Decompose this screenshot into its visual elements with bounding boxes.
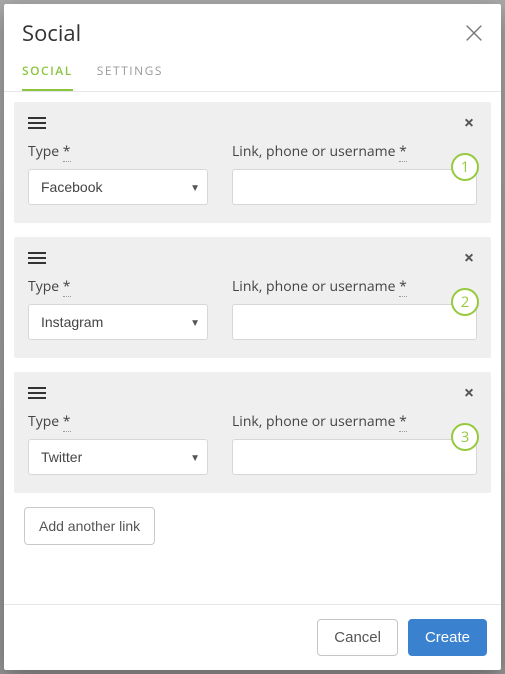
link-label: Link, phone or username * xyxy=(232,412,477,431)
drag-handle-icon[interactable] xyxy=(28,252,46,264)
row-number-badge: 2 xyxy=(451,288,479,316)
type-label: Type * xyxy=(28,142,208,161)
drag-handle-icon[interactable] xyxy=(28,387,46,399)
type-select[interactable]: Twitter xyxy=(28,439,208,475)
tab-bar: SOCIAL SETTINGS xyxy=(4,48,501,92)
type-select[interactable]: Instagram xyxy=(28,304,208,340)
modal-footer: Cancel Create xyxy=(4,604,501,670)
remove-row-icon[interactable]: × xyxy=(461,249,477,267)
social-row: × Type * Twitter ▼ Link, phone or userna… xyxy=(14,372,491,493)
social-modal: Social SOCIAL SETTINGS × Type * Facebook xyxy=(4,4,501,670)
remove-row-icon[interactable]: × xyxy=(461,384,477,402)
social-row: × Type * Facebook ▼ Link, phone or usern… xyxy=(14,102,491,223)
create-button[interactable]: Create xyxy=(408,619,487,656)
cancel-button[interactable]: Cancel xyxy=(317,619,398,656)
modal-header: Social xyxy=(4,4,501,48)
remove-row-icon[interactable]: × xyxy=(461,114,477,132)
link-label: Link, phone or username * xyxy=(232,277,477,296)
modal-title: Social xyxy=(22,18,483,48)
type-select[interactable]: Facebook xyxy=(28,169,208,205)
tab-social[interactable]: SOCIAL xyxy=(22,62,73,91)
link-label: Link, phone or username * xyxy=(232,142,477,161)
link-input[interactable] xyxy=(232,304,477,340)
tab-settings[interactable]: SETTINGS xyxy=(97,62,163,91)
link-input[interactable] xyxy=(232,169,477,205)
close-icon[interactable] xyxy=(463,22,485,44)
link-input[interactable] xyxy=(232,439,477,475)
drag-handle-icon[interactable] xyxy=(28,117,46,129)
social-row: × Type * Instagram ▼ Link, phone or user… xyxy=(14,237,491,358)
add-another-link-button[interactable]: Add another link xyxy=(24,507,155,545)
row-number-badge: 1 xyxy=(451,153,479,181)
modal-body: × Type * Facebook ▼ Link, phone or usern… xyxy=(4,92,501,604)
type-label: Type * xyxy=(28,412,208,431)
row-number-badge: 3 xyxy=(451,423,479,451)
type-label: Type * xyxy=(28,277,208,296)
